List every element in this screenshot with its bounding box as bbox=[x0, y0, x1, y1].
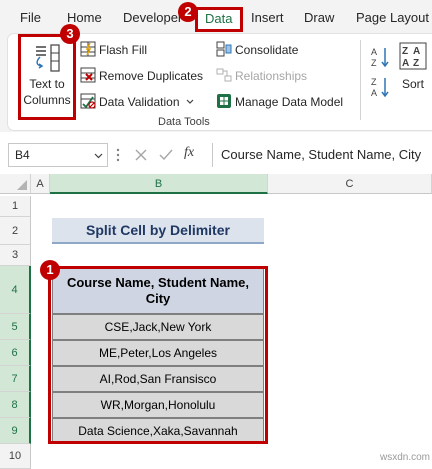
row-header-6[interactable]: 6 bbox=[0, 340, 31, 366]
step-badge-3: 3 bbox=[60, 24, 80, 44]
tab-data-label: Data bbox=[205, 11, 233, 26]
tab-draw[interactable]: Draw bbox=[304, 10, 334, 25]
select-all-corner[interactable] bbox=[0, 174, 31, 194]
name-box-chevron-icon[interactable] bbox=[94, 153, 103, 159]
column-header-b[interactable]: B bbox=[50, 174, 268, 194]
row-header-8[interactable]: 8 bbox=[0, 392, 31, 418]
row-header-3[interactable]: 3 bbox=[0, 245, 31, 266]
insert-function-button[interactable]: fx bbox=[184, 145, 194, 161]
name-box[interactable]: B4 bbox=[8, 143, 108, 167]
svg-text:Z: Z bbox=[371, 58, 377, 68]
manage-data-model-icon bbox=[217, 94, 231, 108]
svg-text:Z: Z bbox=[413, 58, 419, 69]
formula-text: Course Name, Student Name, City bbox=[221, 147, 422, 162]
name-box-value: B4 bbox=[15, 148, 30, 162]
consolidate-icon bbox=[216, 41, 232, 57]
svg-text:Z: Z bbox=[371, 77, 377, 87]
flash-fill-icon bbox=[80, 41, 96, 57]
text-to-columns-icon bbox=[36, 44, 60, 72]
data-tools-group-label: Data Tools bbox=[158, 116, 210, 128]
row-header-9[interactable]: 9 bbox=[0, 418, 31, 444]
row-header-5[interactable]: 5 bbox=[0, 314, 31, 340]
chevron-down-icon[interactable] bbox=[186, 99, 194, 105]
formula-bar: B4 fx Course Name, Student Name, City bbox=[0, 140, 432, 170]
data-validation-icon bbox=[80, 93, 96, 109]
more-options-icon[interactable] bbox=[116, 146, 120, 164]
selected-range-highlight bbox=[48, 266, 268, 444]
text-to-columns-label-1: Text to bbox=[29, 77, 65, 91]
relationships-icon bbox=[216, 68, 232, 82]
remove-duplicates-icon bbox=[80, 67, 96, 83]
sheet-title-cell[interactable]: Split Cell by Delimiter bbox=[52, 218, 264, 244]
select-all-triangle-icon bbox=[17, 180, 27, 190]
svg-text:A: A bbox=[371, 47, 377, 57]
tab-page-layout[interactable]: Page Layout bbox=[356, 10, 429, 25]
tab-insert[interactable]: Insert bbox=[251, 10, 284, 25]
sort-z-to-a-icon[interactable]: Z A bbox=[370, 76, 390, 98]
tab-file[interactable]: File bbox=[20, 10, 41, 25]
tab-developer[interactable]: Developer bbox=[123, 10, 182, 25]
sort-icon: Z A A Z bbox=[399, 42, 427, 70]
sort-button[interactable]: Sort bbox=[402, 77, 424, 91]
column-header-c[interactable]: C bbox=[268, 174, 432, 194]
tab-data[interactable]: Data bbox=[195, 7, 243, 32]
formula-input[interactable]: Course Name, Student Name, City bbox=[212, 143, 432, 167]
cancel-icon[interactable] bbox=[134, 148, 148, 162]
flash-fill-button[interactable]: Flash Fill bbox=[99, 43, 147, 57]
tab-home[interactable]: Home bbox=[67, 10, 102, 25]
svg-text:A: A bbox=[371, 88, 377, 98]
text-to-columns-label-2: Columns bbox=[23, 93, 71, 107]
row-header-2[interactable]: 2 bbox=[0, 217, 31, 245]
spreadsheet-grid: A B C 1 2 3 4 5 6 7 8 9 10 Split Cell by… bbox=[0, 174, 432, 469]
row-header-1[interactable]: 1 bbox=[0, 196, 31, 217]
svg-text:Z: Z bbox=[402, 46, 408, 57]
enter-icon[interactable] bbox=[158, 148, 174, 162]
text-to-columns-button[interactable]: Text to Columns bbox=[18, 34, 76, 120]
svg-text:A: A bbox=[413, 46, 420, 57]
row-header-7[interactable]: 7 bbox=[0, 366, 31, 392]
remove-duplicates-button[interactable]: Remove Duplicates bbox=[99, 69, 203, 83]
consolidate-button[interactable]: Consolidate bbox=[235, 43, 298, 57]
relationships-button[interactable]: Relationships bbox=[235, 69, 307, 83]
column-header-a[interactable]: A bbox=[31, 174, 50, 194]
data-validation-button[interactable]: Data Validation bbox=[99, 95, 180, 109]
step-badge-1: 1 bbox=[40, 260, 60, 280]
ribbon-separator bbox=[360, 40, 361, 120]
watermark-text: wsxdn.com bbox=[380, 452, 431, 463]
row-header-10[interactable]: 10 bbox=[0, 444, 31, 469]
manage-data-model-button[interactable]: Manage Data Model bbox=[235, 95, 343, 109]
step-badge-2: 2 bbox=[178, 2, 198, 22]
sort-a-to-z-icon[interactable]: A Z bbox=[370, 46, 390, 68]
row-header-4[interactable]: 4 bbox=[0, 266, 31, 314]
svg-text:A: A bbox=[402, 58, 409, 69]
